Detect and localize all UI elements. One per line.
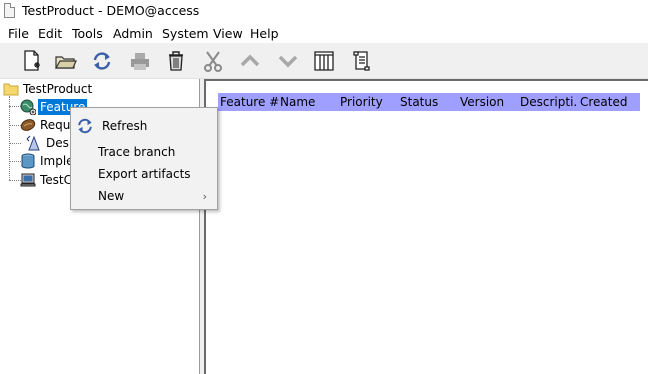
tree-connector (9, 143, 21, 144)
folder-icon (3, 81, 19, 97)
cut-icon (204, 51, 222, 72)
menu-system[interactable]: System (162, 26, 209, 41)
context-menu: Refresh Trace branch Export artifacts Ne… (70, 107, 218, 210)
feature-globe-icon (20, 99, 37, 116)
submenu-arrow-icon: › (202, 189, 207, 203)
delete-icon (169, 51, 183, 71)
column-header-feature-number[interactable]: Feature # (220, 95, 279, 109)
requirement-icon (20, 117, 36, 133)
open-folder-button[interactable] (53, 48, 79, 74)
table-header: Feature # Name Priority Status Version D… (218, 93, 640, 111)
results-pane: Feature # Name Priority Status Version D… (204, 79, 648, 374)
print-icon (131, 53, 149, 70)
implementation-icon (20, 153, 36, 169)
menu-file[interactable]: File (8, 26, 29, 41)
cut-button[interactable] (200, 48, 226, 74)
menu-item-trace-branch[interactable]: Trace branch (71, 141, 217, 163)
menu-view[interactable]: View (213, 26, 243, 41)
column-header-name[interactable]: Name (280, 95, 315, 109)
refresh-button[interactable] (89, 48, 115, 74)
menu-admin[interactable]: Admin (113, 26, 153, 41)
app-document-icon (4, 3, 15, 18)
column-header-version[interactable]: Version (460, 95, 504, 109)
menu-item-new[interactable]: New › (71, 185, 217, 207)
column-header-created[interactable]: Created (580, 95, 628, 109)
menu-bar: File Edit Tools Admin System View Help (0, 22, 648, 43)
column-header-description[interactable]: Descripti... (520, 95, 578, 109)
menu-item-export-artifacts[interactable]: Export artifacts (71, 163, 217, 185)
tree-item-requirement[interactable]: Requi (20, 116, 76, 134)
window-title: TestProduct - DEMO@access (22, 3, 200, 18)
tree-root[interactable]: TestProduct (3, 80, 94, 98)
menu-item-refresh[interactable]: Refresh (71, 115, 217, 137)
design-icon (26, 135, 42, 151)
move-up-button[interactable] (237, 48, 263, 74)
delete-button[interactable] (163, 48, 189, 74)
new-document-icon (24, 50, 40, 71)
columns-button[interactable] (311, 48, 337, 74)
menu-edit[interactable]: Edit (38, 26, 62, 41)
new-document-button[interactable] (18, 48, 44, 74)
menu-item-new-label: New (98, 189, 125, 203)
scroll-icon (353, 51, 370, 71)
scroll-button[interactable] (348, 48, 374, 74)
tree-root-label: TestProduct (23, 82, 93, 96)
refresh-icon (78, 118, 92, 134)
menu-item-export-artifacts-label: Export artifacts (98, 167, 191, 181)
column-header-priority[interactable]: Priority (340, 95, 383, 109)
refresh-icon (93, 52, 111, 70)
toolbar (0, 43, 648, 79)
columns-icon (314, 51, 334, 71)
move-up-icon (240, 54, 260, 67)
title-bar: TestProduct - DEMO@access (0, 0, 648, 22)
open-folder-icon (54, 56, 77, 69)
menu-tools[interactable]: Tools (72, 26, 103, 41)
menu-help[interactable]: Help (250, 26, 279, 41)
testcase-computer-icon (20, 172, 36, 188)
tree-connector (9, 96, 10, 180)
tree-item-implementation[interactable]: Imple (20, 152, 76, 170)
column-header-status[interactable]: Status (400, 95, 438, 109)
move-down-button[interactable] (275, 48, 301, 74)
menu-item-trace-branch-label: Trace branch (98, 145, 176, 159)
print-button[interactable] (127, 48, 153, 74)
menu-item-refresh-label: Refresh (102, 119, 148, 133)
tree-item-design[interactable]: Desi (26, 134, 74, 152)
move-down-icon (278, 55, 298, 68)
